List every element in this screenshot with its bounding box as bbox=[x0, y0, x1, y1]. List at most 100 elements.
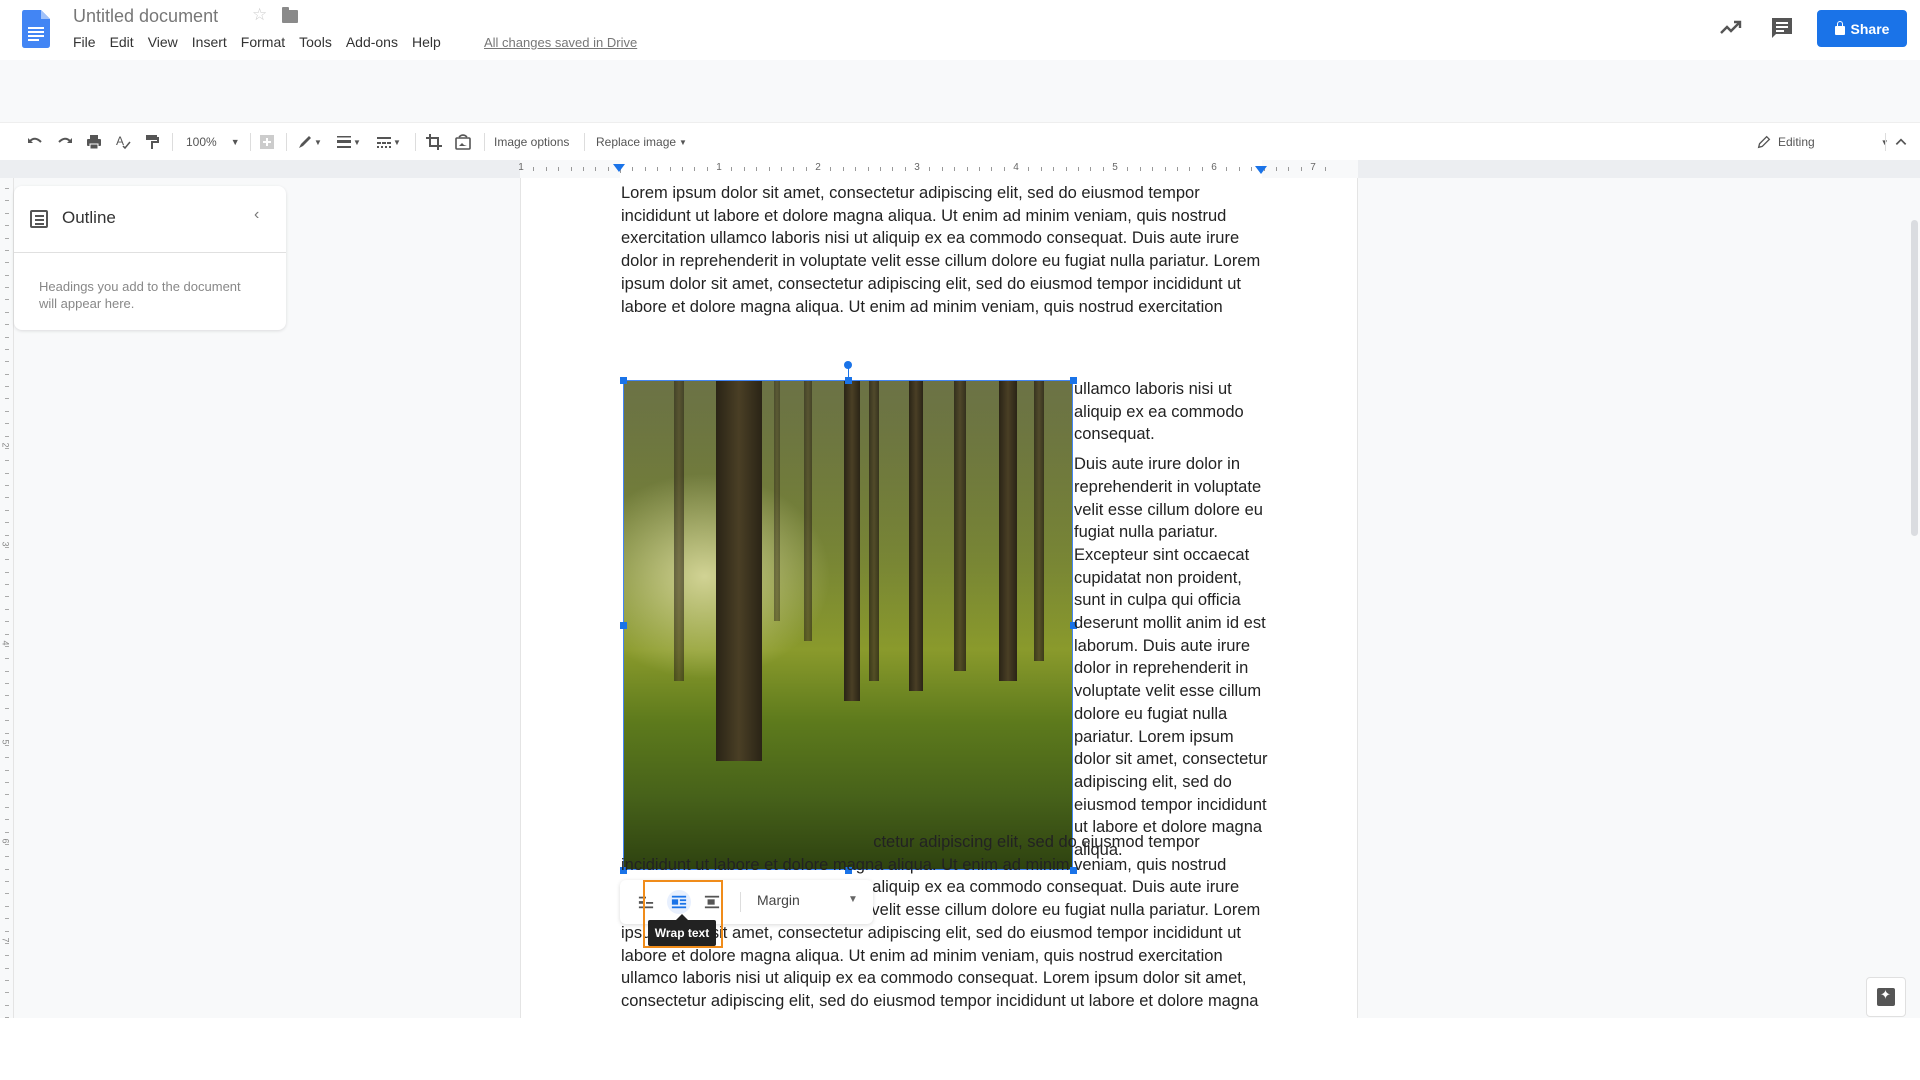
docs-logo-icon[interactable] bbox=[22, 10, 50, 48]
editing-mode-select[interactable]: Editing ▼ bbox=[1756, 131, 1889, 153]
ruler-tick bbox=[830, 167, 831, 171]
menu-edit[interactable]: Edit bbox=[110, 34, 134, 50]
chevron-left-icon[interactable]: ‹ bbox=[254, 206, 259, 224]
vertical-ruler-tick bbox=[5, 596, 9, 597]
ruler-tick bbox=[1288, 167, 1289, 171]
vertical-ruler-tick bbox=[5, 510, 9, 511]
spellcheck-button[interactable]: A bbox=[114, 131, 132, 153]
menu-tools[interactable]: Tools bbox=[299, 34, 332, 50]
vertical-ruler-tick bbox=[5, 869, 9, 870]
explore-button[interactable] bbox=[1866, 977, 1906, 1017]
vertical-scrollbar[interactable] bbox=[1911, 220, 1918, 536]
ruler-tick bbox=[595, 167, 596, 171]
reset-image-button[interactable] bbox=[454, 131, 472, 153]
vertical-ruler-tick bbox=[5, 460, 9, 461]
vertical-ruler-tick bbox=[5, 906, 9, 907]
ruler-tick bbox=[1127, 167, 1128, 171]
vertical-ruler[interactable]: 2345678 bbox=[0, 178, 14, 1018]
border-weight-button[interactable]: ▼ bbox=[335, 131, 361, 153]
reset-image-icon bbox=[455, 134, 471, 150]
ruler-tick bbox=[868, 167, 869, 171]
zoom-value: 100% bbox=[186, 135, 217, 149]
ruler-tick bbox=[546, 167, 547, 171]
wrapped-paragraph-2[interactable]: Duis aute irure dolor in reprehenderit i… bbox=[1074, 453, 1274, 862]
vertical-ruler-tick bbox=[5, 745, 9, 746]
vertical-ruler-tick bbox=[5, 844, 9, 845]
vertical-ruler-tick bbox=[5, 324, 9, 325]
ruler-tick bbox=[954, 167, 955, 171]
paragraph-top[interactable]: Lorem ipsum dolor sit amet, consectetur … bbox=[621, 182, 1271, 318]
ruler-tick bbox=[843, 167, 844, 171]
selected-image[interactable] bbox=[623, 380, 1073, 870]
ruler-number: 4 bbox=[1013, 162, 1019, 173]
vertical-ruler-tick bbox=[5, 794, 9, 795]
image-options-button[interactable]: Image options bbox=[494, 131, 569, 153]
vertical-ruler-tick bbox=[5, 931, 9, 932]
ruler-tick bbox=[744, 167, 745, 171]
vertical-ruler-tick bbox=[5, 770, 9, 771]
activity-trend-icon[interactable] bbox=[1718, 14, 1744, 40]
menu-file[interactable]: File bbox=[73, 34, 96, 50]
ruler-tick bbox=[1276, 167, 1277, 171]
outline-panel: Outline ‹ Headings you add to the docume… bbox=[14, 186, 286, 330]
vertical-ruler-tick bbox=[5, 287, 9, 288]
vertical-ruler-tick bbox=[5, 262, 9, 263]
zoom-select[interactable]: 100% ▼ bbox=[186, 131, 246, 153]
undo-button[interactable] bbox=[26, 131, 44, 153]
toolbar-divider bbox=[740, 892, 741, 912]
document-title[interactable]: Untitled document bbox=[73, 6, 218, 27]
resize-handle[interactable] bbox=[620, 377, 627, 384]
outline-divider bbox=[14, 252, 286, 253]
vertical-ruler-tick bbox=[5, 881, 9, 882]
comments-icon[interactable] bbox=[1770, 16, 1794, 40]
menu-format[interactable]: Format bbox=[241, 34, 285, 50]
horizontal-ruler[interactable]: 1 1 2 3 4 5 6 7 bbox=[0, 160, 1920, 178]
share-label: Share bbox=[1850, 20, 1890, 37]
ruler-tick bbox=[929, 167, 930, 171]
right-indent-marker[interactable] bbox=[1255, 166, 1267, 174]
star-icon[interactable]: ☆ bbox=[252, 5, 267, 25]
vertical-ruler-tick bbox=[5, 535, 9, 536]
collapse-menus-button[interactable] bbox=[1894, 131, 1908, 153]
wrapped-paragraph-1[interactable]: ullamco laboris nisi ut aliquip ex ea co… bbox=[1074, 378, 1274, 446]
crop-button[interactable] bbox=[425, 131, 443, 153]
menu-view[interactable]: View bbox=[148, 34, 178, 50]
vertical-ruler-tick bbox=[5, 992, 9, 993]
border-color-button[interactable]: ▼ bbox=[296, 131, 322, 153]
menu-help[interactable]: Help bbox=[412, 34, 441, 50]
resize-handle[interactable] bbox=[845, 377, 852, 384]
vertical-ruler-tick bbox=[5, 436, 9, 437]
folder-icon[interactable] bbox=[282, 7, 298, 23]
save-status-link[interactable]: All changes saved in Drive bbox=[484, 35, 637, 50]
ruler-tick bbox=[608, 167, 609, 171]
print-button[interactable] bbox=[85, 131, 103, 153]
left-indent-marker[interactable] bbox=[613, 164, 625, 172]
replace-image-button[interactable]: Replace image ▼ bbox=[596, 131, 687, 153]
share-button[interactable]: Share bbox=[1817, 10, 1907, 47]
vertical-ruler-tick bbox=[5, 708, 9, 709]
ruler-tick bbox=[1090, 167, 1091, 171]
vertical-ruler-tick bbox=[5, 547, 9, 548]
vertical-ruler-tick bbox=[5, 250, 9, 251]
chevron-down-icon[interactable]: ▼ bbox=[848, 894, 858, 905]
toolbar-divider bbox=[584, 133, 585, 151]
paint-format-button[interactable] bbox=[143, 131, 161, 153]
vertical-ruler-tick bbox=[5, 497, 9, 498]
menu-add-ons[interactable]: Add-ons bbox=[346, 34, 398, 50]
ruler-tick bbox=[1004, 167, 1005, 171]
vertical-ruler-number: 3 bbox=[0, 541, 11, 547]
rotate-handle[interactable] bbox=[844, 361, 852, 369]
border-dash-button[interactable]: ▼ bbox=[375, 131, 401, 153]
vertical-ruler-tick bbox=[5, 943, 9, 944]
margin-select[interactable]: Margin bbox=[757, 892, 800, 908]
forest-image bbox=[624, 381, 1072, 869]
pencil-icon bbox=[1757, 135, 1771, 149]
ruler-tick bbox=[1152, 167, 1153, 171]
resize-handle[interactable] bbox=[620, 622, 627, 629]
add-comment-button[interactable] bbox=[258, 131, 276, 153]
redo-button[interactable] bbox=[56, 131, 74, 153]
wrapped-text[interactable]: ullamco laboris nisi ut aliquip ex ea co… bbox=[1074, 378, 1274, 869]
menu-insert[interactable]: Insert bbox=[192, 34, 227, 50]
toolbar-divider bbox=[172, 133, 173, 151]
outline-title: Outline bbox=[62, 208, 116, 227]
